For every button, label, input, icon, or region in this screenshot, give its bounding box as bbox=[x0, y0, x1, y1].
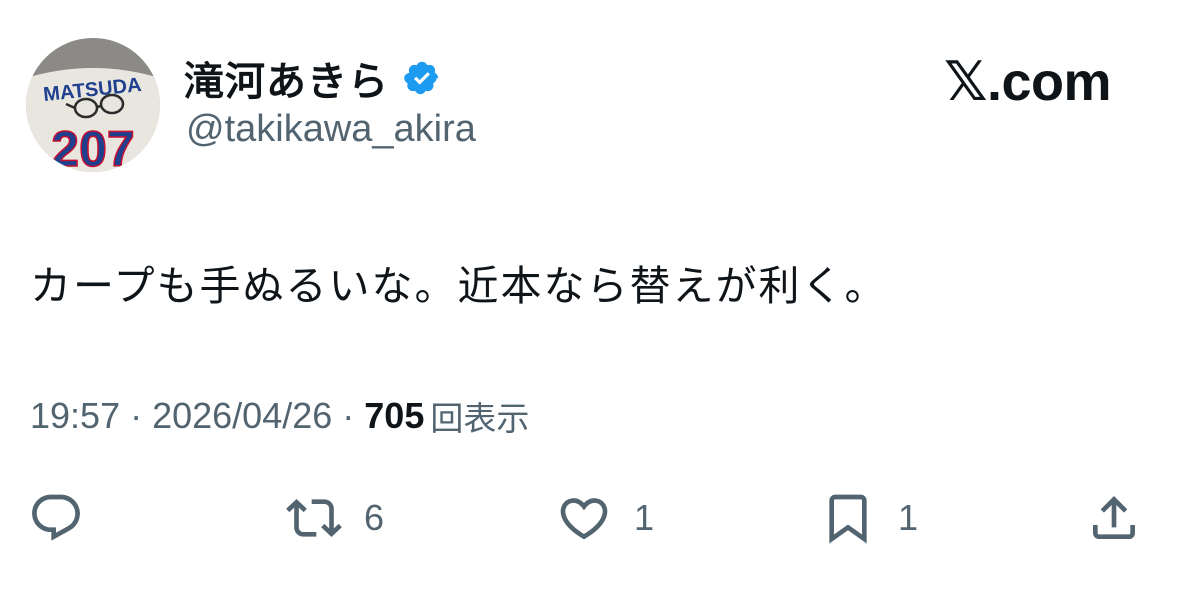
tweet-time[interactable]: 19:57 bbox=[30, 395, 120, 437]
like-button[interactable]: 1 bbox=[556, 490, 654, 546]
retweet-button[interactable]: 6 bbox=[286, 490, 384, 546]
heart-icon bbox=[560, 498, 608, 540]
retweet-icon bbox=[286, 499, 342, 537]
avatar-jersey-image: MATSUDA 207 bbox=[26, 38, 160, 172]
meta-separator: · bbox=[342, 395, 355, 436]
bookmark-icon bbox=[829, 494, 867, 544]
tweet-meta: 19:57 · 2026/04/26 · 705 回表示 bbox=[30, 392, 529, 440]
meta-separator: · bbox=[130, 395, 143, 436]
reply-button[interactable] bbox=[28, 490, 84, 546]
share-button[interactable] bbox=[1086, 490, 1142, 546]
avatar-jersey-number: 207 bbox=[51, 121, 134, 172]
share-icon bbox=[1093, 496, 1135, 539]
views-label[interactable]: 回表示 bbox=[430, 392, 529, 440]
tweet-text: カープも手ぬるいな。近本なら替えが利く。 bbox=[30, 262, 888, 310]
display-name[interactable]: 滝河あきら bbox=[184, 49, 389, 107]
author-name-row[interactable]: 滝河あきら bbox=[184, 50, 441, 106]
reply-icon bbox=[32, 494, 80, 541]
bookmark-button[interactable]: 1 bbox=[820, 490, 918, 546]
bookmark-count: 1 bbox=[898, 497, 919, 538]
tweet-date[interactable]: 2026/04/26 bbox=[152, 395, 332, 437]
x-brand-logo: 𝕏.com bbox=[943, 52, 1112, 112]
like-count: 1 bbox=[634, 497, 655, 538]
avatar[interactable]: MATSUDA 207 bbox=[26, 38, 160, 172]
author-handle[interactable]: @takikawa_akira bbox=[186, 108, 476, 151]
retweet-count: 6 bbox=[364, 497, 385, 538]
views-count[interactable]: 705 bbox=[364, 395, 424, 437]
verified-badge-icon bbox=[404, 61, 439, 95]
